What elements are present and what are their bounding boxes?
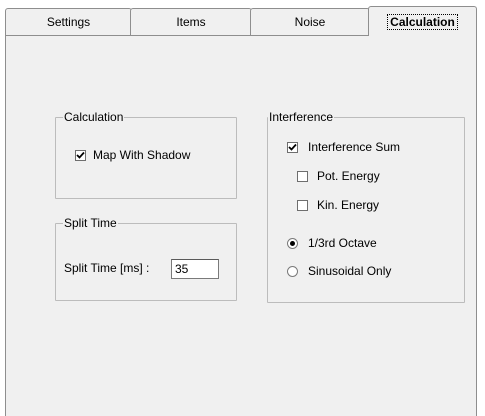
calculation-group-title: Calculation [63, 109, 125, 125]
octave-radio[interactable] [287, 238, 298, 249]
sinusoidal-radio[interactable] [287, 266, 298, 277]
tab-noise-label: Noise [294, 15, 326, 29]
interference-sum-checkbox[interactable] [287, 142, 298, 153]
tab-items-label: Items [176, 15, 206, 29]
radio-selected-dot [290, 241, 295, 246]
kin-energy-checkbox[interactable] [297, 200, 308, 211]
split-time-label: Split Time [ms] : [64, 261, 150, 275]
checkmark-icon [288, 143, 297, 151]
tab-panel-calculation: Calculation Map With Shadow Split Time S… [5, 35, 477, 416]
tab-noise[interactable]: Noise [250, 8, 370, 35]
octave-label: 1/3rd Octave [308, 236, 377, 250]
checkmark-icon [76, 151, 85, 159]
pot-energy-label: Pot. Energy [317, 169, 380, 183]
interference-group: Interference Interference Sum Pot. Energ… [267, 109, 465, 303]
map-with-shadow-label: Map With Shadow [93, 148, 191, 162]
interference-sum-label: Interference Sum [308, 140, 401, 154]
split-time-group-title: Split Time [63, 215, 118, 231]
sinusoidal-label: Sinusoidal Only [308, 264, 392, 278]
tab-items[interactable]: Items [130, 8, 252, 35]
pot-energy-checkbox[interactable] [297, 171, 308, 182]
interference-group-title: Interference [268, 109, 335, 125]
tab-calculation-label: Calculation [387, 13, 458, 30]
tab-calculation[interactable]: Calculation [368, 6, 477, 36]
tab-settings[interactable]: Settings [5, 8, 132, 35]
split-time-input[interactable] [171, 259, 219, 279]
kin-energy-label: Kin. Energy [317, 198, 380, 212]
split-time-group: Split Time Split Time [ms] : [55, 215, 237, 301]
map-with-shadow-checkbox[interactable] [75, 150, 86, 161]
calculation-group: Calculation Map With Shadow [55, 109, 237, 199]
tab-settings-label: Settings [46, 15, 91, 29]
